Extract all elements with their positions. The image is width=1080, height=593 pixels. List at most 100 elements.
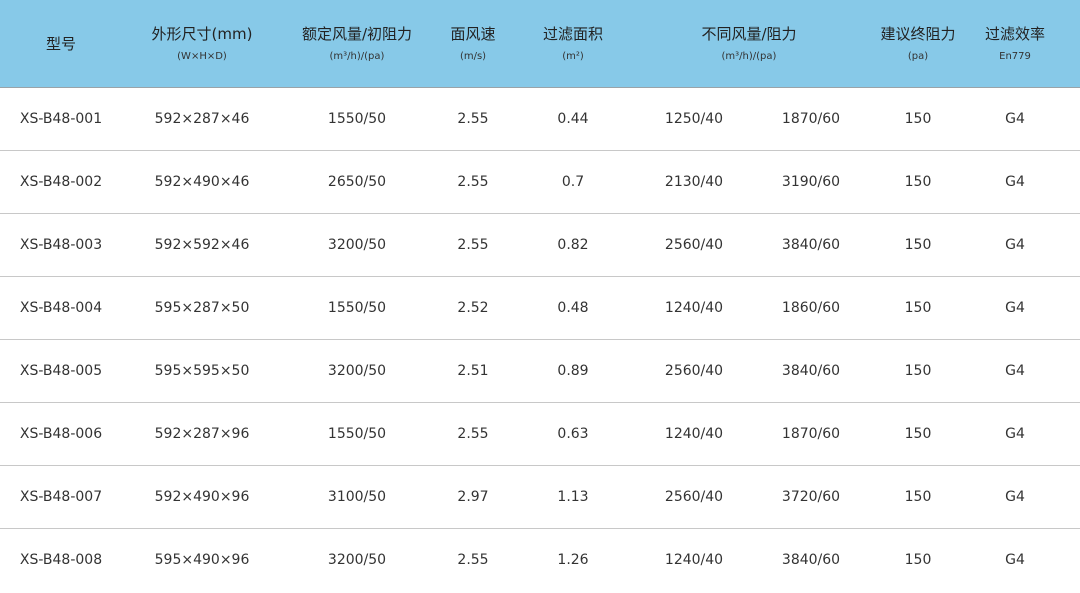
header-rated-unit: (m³/h)/(pa) <box>329 51 385 62</box>
spec-table: 型号 外形尺寸(mm) (W×H×D) 额定风量/初阻力 (m³/h)/(pa)… <box>0 0 1080 592</box>
cell-flow-b: 3840/60 <box>781 363 841 379</box>
cell-model: XS-B48-004 <box>19 300 103 316</box>
cell-model: XS-B48-002 <box>19 174 103 190</box>
cell-speed: 2.52 <box>457 300 489 316</box>
table-row: XS-B48-001 592×287×46 1550/50 2.55 0.44 … <box>0 88 1080 151</box>
cell-eff: G4 <box>1005 237 1025 253</box>
cell-flow-a: 2130/40 <box>664 174 724 190</box>
cell-final: 150 <box>904 363 932 379</box>
cell-flow-a: 1240/40 <box>664 300 724 316</box>
cell-size: 592×287×96 <box>154 426 250 442</box>
cell-model: XS-B48-005 <box>19 363 103 379</box>
header-diff-unit: (m³/h)/(pa) <box>721 51 777 62</box>
cell-eff: G4 <box>1005 111 1025 127</box>
cell-speed: 2.55 <box>457 111 489 127</box>
cell-rated: 3200/50 <box>327 552 387 568</box>
cell-flow-a: 1240/40 <box>664 426 724 442</box>
table-header: 型号 外形尺寸(mm) (W×H×D) 额定风量/初阻力 (m³/h)/(pa)… <box>0 0 1080 88</box>
cell-speed: 2.55 <box>457 552 489 568</box>
cell-final: 150 <box>904 426 932 442</box>
cell-flow-b: 1860/60 <box>781 300 841 316</box>
cell-eff: G4 <box>1005 174 1025 190</box>
header-eff-label: 过滤效率 <box>984 25 1045 43</box>
cell-size: 592×592×46 <box>154 237 250 253</box>
cell-final: 150 <box>904 237 932 253</box>
cell-size: 595×595×50 <box>154 363 250 379</box>
header-model-label: 型号 <box>45 35 76 53</box>
header-final-unit: (pa) <box>907 51 929 62</box>
cell-speed: 2.97 <box>457 489 489 505</box>
cell-rated: 1550/50 <box>327 300 387 316</box>
cell-eff: G4 <box>1005 489 1025 505</box>
header-area-unit: (m²) <box>562 51 584 62</box>
cell-area: 0.63 <box>557 426 589 442</box>
header-speed-unit: (m/s) <box>459 51 487 62</box>
cell-final: 150 <box>904 174 932 190</box>
header-speed-label: 面风速 <box>450 25 496 43</box>
cell-speed: 2.55 <box>457 174 489 190</box>
cell-flow-a: 1240/40 <box>664 552 724 568</box>
header-rated-label: 额定风量/初阻力 <box>301 25 413 43</box>
table-row: XS-B48-003 592×592×46 3200/50 2.55 0.82 … <box>0 214 1080 277</box>
cell-flow-a: 1250/40 <box>664 111 724 127</box>
header-area: 过滤面积 (m²) <box>514 0 632 88</box>
cell-eff: G4 <box>1005 300 1025 316</box>
cell-flow-a: 2560/40 <box>664 489 724 505</box>
cell-rated: 1550/50 <box>327 111 387 127</box>
table-row: XS-B48-004 595×287×50 1550/50 2.52 0.48 … <box>0 277 1080 340</box>
cell-flow-b: 1870/60 <box>781 111 841 127</box>
cell-final: 150 <box>904 489 932 505</box>
header-rated: 额定风量/初阻力 (m³/h)/(pa) <box>282 0 432 88</box>
cell-speed: 2.55 <box>457 237 489 253</box>
cell-rated: 1550/50 <box>327 426 387 442</box>
header-final: 建议终阻力 (pa) <box>866 0 970 88</box>
header-area-label: 过滤面积 <box>542 25 603 43</box>
header-speed: 面风速 (m/s) <box>432 0 514 88</box>
cell-eff: G4 <box>1005 363 1025 379</box>
cell-flow-b: 3720/60 <box>781 489 841 505</box>
cell-rated: 3200/50 <box>327 363 387 379</box>
header-model: 型号 <box>0 0 122 88</box>
cell-speed: 2.55 <box>457 426 489 442</box>
cell-rated: 2650/50 <box>327 174 387 190</box>
cell-size: 595×490×96 <box>154 552 250 568</box>
cell-flow-b: 3840/60 <box>781 237 841 253</box>
table-row: XS-B48-002 592×490×46 2650/50 2.55 0.7 2… <box>0 151 1080 214</box>
cell-area: 1.26 <box>557 552 589 568</box>
cell-size: 595×287×50 <box>154 300 250 316</box>
cell-area: 0.7 <box>561 174 585 190</box>
header-final-label: 建议终阻力 <box>880 25 956 43</box>
cell-rated: 3100/50 <box>327 489 387 505</box>
header-diff: 不同风量/阻力 (m³/h)/(pa) <box>632 0 866 88</box>
cell-model: XS-B48-007 <box>19 489 103 505</box>
cell-model: XS-B48-008 <box>19 552 103 568</box>
header-diff-label: 不同风量/阻力 <box>701 25 797 43</box>
cell-model: XS-B48-003 <box>19 237 103 253</box>
header-size-unit: (W×H×D) <box>177 51 227 62</box>
header-eff: 过滤效率 En779 <box>970 0 1060 88</box>
cell-final: 150 <box>904 300 932 316</box>
table-row: XS-B48-005 595×595×50 3200/50 2.51 0.89 … <box>0 340 1080 403</box>
cell-eff: G4 <box>1005 552 1025 568</box>
cell-area: 0.82 <box>557 237 589 253</box>
cell-size: 592×287×46 <box>154 111 250 127</box>
cell-size: 592×490×96 <box>154 489 250 505</box>
cell-final: 150 <box>904 552 932 568</box>
cell-size: 592×490×46 <box>154 174 250 190</box>
cell-flow-b: 3840/60 <box>781 552 841 568</box>
cell-flow-b: 3190/60 <box>781 174 841 190</box>
cell-area: 0.48 <box>557 300 589 316</box>
table-row: XS-B48-006 592×287×96 1550/50 2.55 0.63 … <box>0 403 1080 466</box>
table-row: XS-B48-007 592×490×96 3100/50 2.97 1.13 … <box>0 466 1080 529</box>
cell-area: 0.44 <box>557 111 589 127</box>
cell-eff: G4 <box>1005 426 1025 442</box>
cell-area: 0.89 <box>557 363 589 379</box>
cell-area: 1.13 <box>557 489 589 505</box>
cell-model: XS-B48-006 <box>19 426 103 442</box>
cell-speed: 2.51 <box>457 363 489 379</box>
cell-flow-a: 2560/40 <box>664 237 724 253</box>
cell-final: 150 <box>904 111 932 127</box>
header-size-label: 外形尺寸(mm) <box>151 25 253 43</box>
cell-model: XS-B48-001 <box>19 111 103 127</box>
header-eff-standard: En779 <box>999 51 1031 62</box>
